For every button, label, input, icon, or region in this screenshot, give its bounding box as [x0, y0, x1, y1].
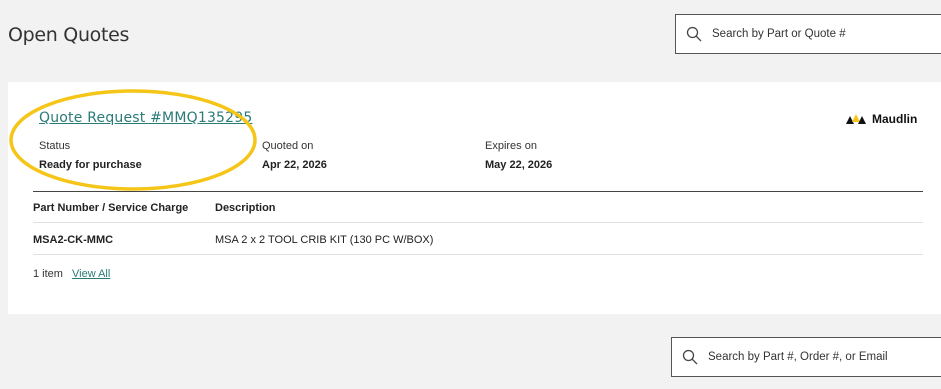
maudlin-logo-icon — [846, 114, 866, 124]
expires-on-label: Expires on — [485, 140, 537, 152]
column-header-description: Description — [215, 202, 276, 214]
quote-search-input[interactable] — [712, 28, 932, 40]
quoted-on-value: Apr 22, 2026 — [262, 159, 327, 171]
table-top-divider — [33, 191, 923, 192]
status-label: Status — [39, 140, 71, 152]
items-count: 1 item — [33, 268, 63, 280]
order-search-box[interactable] — [671, 337, 941, 377]
brand: Maudlin — [846, 112, 917, 126]
search-icon — [686, 26, 702, 42]
table-row-divider — [33, 254, 923, 255]
table-cell-part-number: MSA2-CK-MMC — [33, 234, 114, 246]
quote-card: Quote Request #MMQ135295 Maudlin Status … — [8, 82, 941, 314]
quote-search-box[interactable] — [675, 14, 941, 54]
table-header-divider — [33, 222, 923, 223]
page-title: Open Quotes — [8, 24, 130, 46]
quoted-on-label: Quoted on — [262, 140, 314, 152]
quote-request-link[interactable]: Quote Request #MMQ135295 — [39, 110, 252, 126]
brand-name: Maudlin — [872, 112, 918, 126]
table-cell-description: MSA 2 x 2 TOOL CRIB KIT (130 PC W/BOX) — [215, 234, 434, 246]
view-all-link[interactable]: View All — [72, 268, 110, 280]
status-value: Ready for purchase — [39, 159, 142, 171]
header-band: Open Quotes — [0, 0, 941, 82]
column-header-part-number: Part Number / Service Charge — [33, 202, 189, 214]
footer-band — [0, 322, 941, 389]
search-icon — [682, 349, 698, 365]
order-search-input[interactable] — [708, 351, 928, 363]
expires-on-value: May 22, 2026 — [485, 159, 553, 171]
